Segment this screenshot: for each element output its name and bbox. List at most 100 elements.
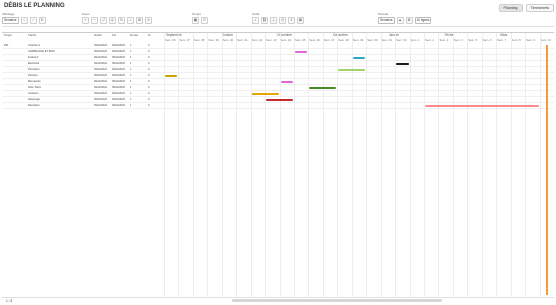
settings-icon[interactable]: ⚙ bbox=[405, 17, 413, 24]
task-cell-task: Nettoyage bbox=[28, 98, 40, 101]
task-cell-end: 09/12/2022 bbox=[112, 74, 125, 77]
download-icon[interactable]: ⤓ bbox=[270, 17, 277, 24]
display-select[interactable]: Semaine bbox=[2, 17, 19, 24]
tab-timesheets[interactable]: Timesheets bbox=[525, 4, 554, 12]
task-cell-start: 09/12/2022 bbox=[94, 104, 107, 107]
week-label: Sem. 40 bbox=[222, 38, 234, 42]
bottom-bar: 1 / 3 bbox=[2, 297, 554, 304]
page-size-select[interactable]: 10 lignes bbox=[414, 17, 432, 24]
task-cell-start: 09/12/2022 bbox=[94, 62, 107, 65]
task-cell-task: CARRELAGE ET BOIS bbox=[28, 50, 55, 53]
week-label: Sem. 48 bbox=[338, 38, 349, 42]
week-label: Sem. 10 bbox=[540, 38, 551, 42]
week-label: Sem. 39 bbox=[208, 38, 219, 42]
week-gridline bbox=[424, 33, 425, 298]
task-cell-end: 09/12/2022 bbox=[112, 92, 125, 95]
zoom-in-icon[interactable]: + bbox=[82, 17, 89, 24]
month-label: Octobre bbox=[221, 33, 234, 37]
period-select[interactable]: Semaine bbox=[378, 17, 395, 24]
clock-icon[interactable]: ⏱ bbox=[201, 17, 208, 24]
task-cell-task: Chantier A bbox=[28, 44, 41, 47]
calendar-icon[interactable]: ▦ bbox=[192, 17, 199, 24]
list-icon[interactable]: ≡ bbox=[145, 17, 152, 24]
week-label: Sem. 7 bbox=[497, 38, 507, 42]
task-bar[interactable] bbox=[295, 51, 308, 53]
task-bar[interactable] bbox=[266, 99, 293, 101]
fit-icon[interactable]: ⤢ bbox=[100, 17, 107, 24]
header-percent: % bbox=[148, 33, 151, 37]
task-cell-pct: 0 bbox=[148, 80, 150, 83]
week-gridline bbox=[380, 33, 382, 298]
task-cell-end: 09/12/2022 bbox=[112, 56, 125, 59]
week-label: Sem. 52 bbox=[396, 38, 407, 42]
task-bar[interactable] bbox=[280, 81, 293, 83]
lock-icon[interactable]: 🔒︎ bbox=[396, 17, 404, 24]
task-cell-end: 09/12/2022 bbox=[112, 50, 125, 53]
refresh-icon[interactable]: ↻ bbox=[38, 17, 46, 24]
week-label: Sem. 38 bbox=[193, 38, 205, 42]
search-icon[interactable]: ⌕ bbox=[252, 17, 259, 24]
filter-icon[interactable]: ⌕ bbox=[127, 17, 134, 24]
task-cell-dur: 1 bbox=[130, 62, 132, 65]
zoom-out-icon[interactable]: − bbox=[91, 17, 98, 24]
task-cell-start: 09/12/2022 bbox=[94, 56, 107, 59]
export-icon[interactable]: ⇪ bbox=[288, 17, 295, 24]
today-marker bbox=[546, 45, 548, 295]
task-cell-dur: 1 bbox=[130, 50, 132, 53]
task-cell-end: 09/12/2022 bbox=[112, 86, 125, 89]
week-gridline bbox=[481, 33, 483, 298]
page-indicator: 1 / 3 bbox=[6, 299, 13, 303]
planning-grid: Projet Tâche Début Fin Durée % P01 Chanti… bbox=[2, 32, 554, 298]
week-label: Sem. 2 bbox=[425, 38, 434, 42]
week-label: Sem. 8 bbox=[511, 38, 521, 42]
week-gridline bbox=[250, 33, 252, 298]
task-cell-start: 09/12/2022 bbox=[94, 92, 107, 95]
task-cell-pct: 0 bbox=[148, 74, 150, 77]
task-cell-task: Plomberie bbox=[28, 68, 40, 71]
task-bar[interactable] bbox=[338, 69, 366, 71]
arrow-right-icon[interactable]: › bbox=[29, 17, 37, 24]
print-icon[interactable]: ⎙ bbox=[279, 17, 286, 24]
week-label: Sem. 6 bbox=[482, 38, 492, 42]
horizontal-scrollbar[interactable] bbox=[232, 299, 442, 302]
week-label: Sem. 1 bbox=[410, 38, 420, 42]
gantt-timeline: Septembre Octobre Novembre Décembre Janvier F… bbox=[164, 33, 554, 298]
task-cell-end: 09/12/2022 bbox=[112, 62, 125, 65]
center-icon[interactable]: ◎ bbox=[109, 17, 116, 24]
task-cell-dur: 1 bbox=[130, 56, 132, 59]
week-gridline bbox=[192, 33, 194, 298]
week-gridline bbox=[452, 33, 454, 298]
toolbar-group-time: Temps ▦ ⏱ bbox=[192, 12, 250, 26]
week-label: Sem. 9 bbox=[526, 38, 535, 42]
week-gridline bbox=[510, 33, 512, 298]
grid-icon[interactable]: ▤ bbox=[297, 17, 304, 24]
month-label: Mars bbox=[500, 33, 508, 37]
refresh-icon[interactable]: ↻ bbox=[118, 17, 125, 24]
arrow-left-icon[interactable]: ‹ bbox=[20, 17, 28, 24]
week-gridline bbox=[525, 33, 527, 298]
week-gridline bbox=[467, 33, 469, 298]
task-cell-pct: 0 bbox=[148, 86, 150, 89]
settings-icon[interactable]: ⚙ bbox=[136, 17, 143, 24]
task-bar[interactable] bbox=[352, 57, 366, 59]
task-cell-start: 09/12/2022 bbox=[94, 74, 107, 77]
task-bar[interactable] bbox=[251, 93, 279, 95]
task-bar[interactable] bbox=[165, 75, 178, 77]
week-gridline bbox=[409, 33, 411, 298]
task-bar[interactable] bbox=[309, 87, 337, 89]
task-cell-task: Réception bbox=[28, 104, 40, 107]
month-label: Décembre bbox=[333, 33, 348, 37]
task-bar[interactable] bbox=[396, 63, 409, 65]
toolbar-group-display: Affichage Semaine ‹ › ↻ bbox=[2, 12, 46, 24]
task-bar[interactable] bbox=[425, 105, 539, 107]
tab-planning[interactable]: Planning bbox=[498, 4, 523, 12]
week-gridline bbox=[221, 33, 223, 298]
week-label: Sem. 49 bbox=[352, 38, 364, 42]
task-cell-pct: 0 bbox=[148, 44, 150, 47]
header-duration: Durée bbox=[130, 33, 139, 37]
link-icon[interactable]: ⛓ bbox=[261, 17, 268, 24]
week-label: Sem. 3 bbox=[439, 38, 449, 42]
task-cell-pct: 0 bbox=[148, 50, 150, 53]
week-label: Sem. 5 bbox=[468, 38, 478, 42]
header-project: Projet bbox=[4, 33, 12, 37]
